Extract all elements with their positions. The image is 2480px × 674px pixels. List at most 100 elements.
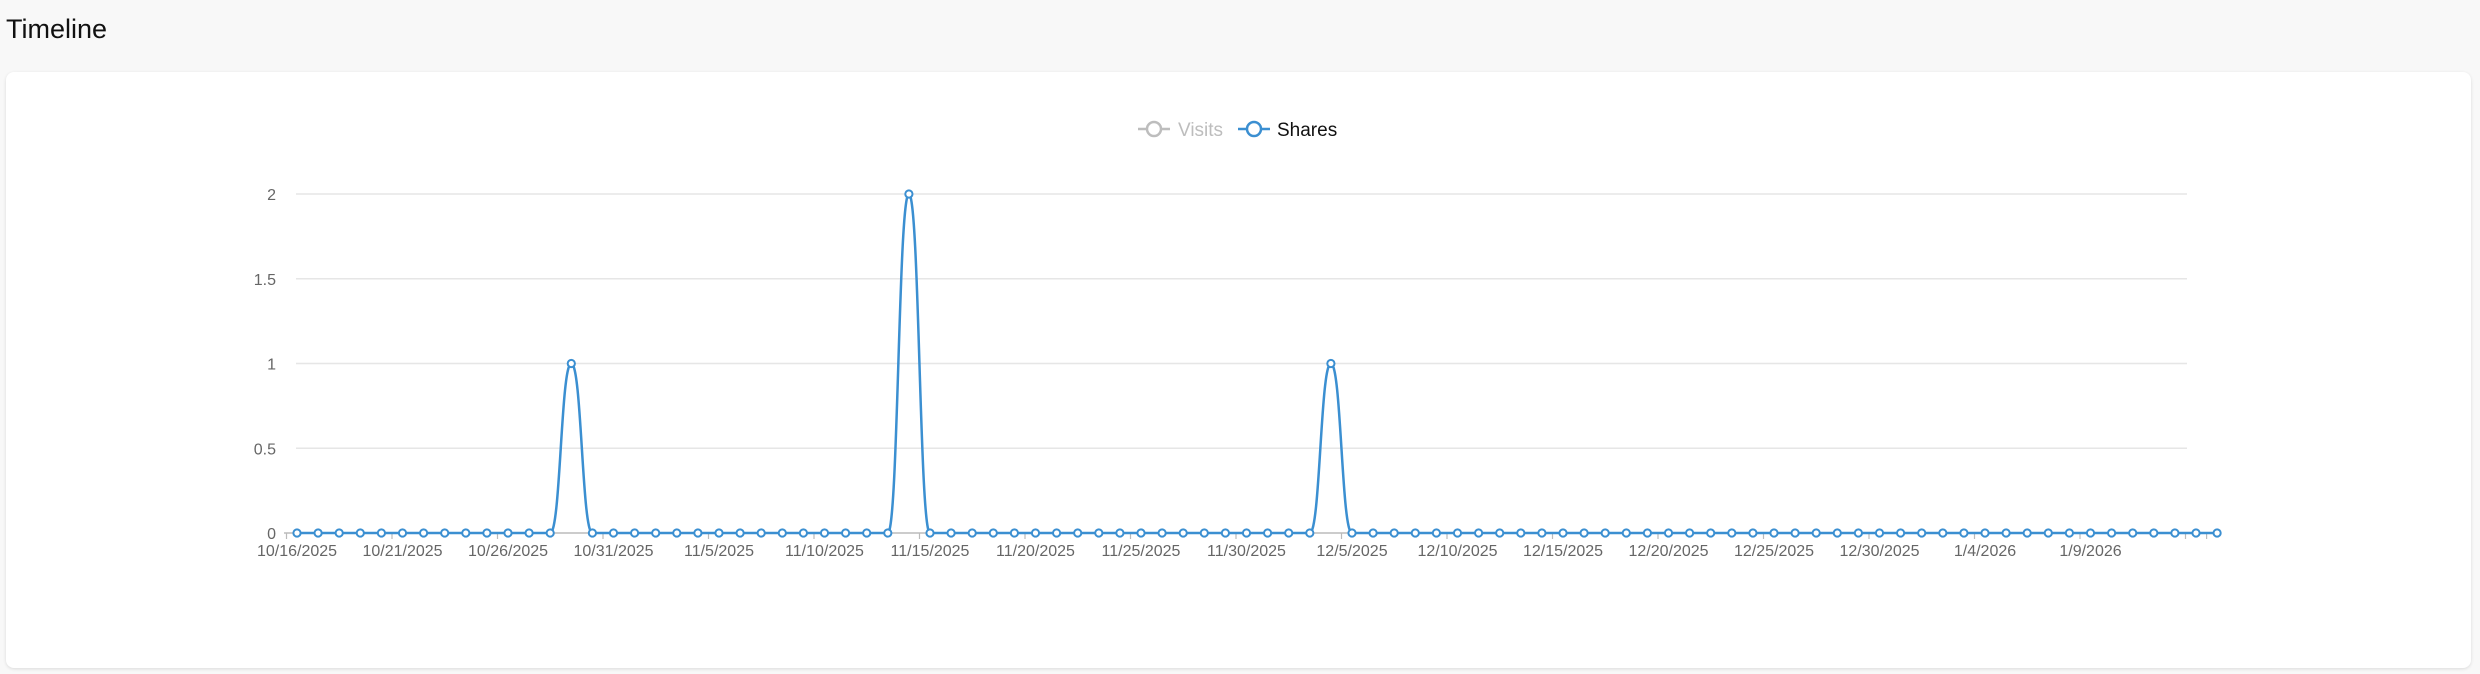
data-point[interactable] bbox=[1009, 528, 1020, 538]
y-axis: 0 0.5 1 1.5 2 bbox=[254, 187, 276, 543]
data-point[interactable] bbox=[1094, 528, 1104, 538]
data-point[interactable] bbox=[1178, 528, 1188, 538]
data-point[interactable] bbox=[1305, 528, 1315, 538]
data-point[interactable] bbox=[1727, 528, 1737, 538]
data-point[interactable] bbox=[355, 528, 365, 538]
data-point[interactable] bbox=[1495, 528, 1505, 538]
data-point[interactable] bbox=[503, 528, 513, 538]
data-point[interactable] bbox=[1685, 528, 1695, 538]
data-point[interactable] bbox=[714, 528, 724, 538]
data-point[interactable] bbox=[1811, 528, 1821, 538]
data-point[interactable] bbox=[397, 528, 408, 538]
data-point[interactable] bbox=[1663, 528, 1674, 538]
data-point[interactable] bbox=[1115, 528, 1125, 538]
data-point[interactable] bbox=[2191, 528, 2201, 538]
data-point[interactable] bbox=[819, 528, 830, 538]
data-point[interactable] bbox=[2149, 528, 2159, 538]
data-point[interactable] bbox=[1073, 528, 1083, 538]
data-point[interactable] bbox=[1030, 528, 1041, 538]
data-point[interactable] bbox=[630, 528, 640, 538]
data-point[interactable] bbox=[946, 528, 956, 538]
data-point[interactable] bbox=[2064, 528, 2074, 538]
data-point[interactable] bbox=[1157, 528, 1167, 538]
x-tick-label: 11/15/2025 bbox=[891, 543, 970, 560]
data-point[interactable] bbox=[292, 528, 302, 538]
data-point[interactable] bbox=[1326, 358, 1336, 369]
x-tick-label: 10/16/2025 bbox=[257, 543, 337, 560]
data-point[interactable] bbox=[608, 528, 619, 538]
data-point[interactable] bbox=[1874, 528, 1885, 538]
legend-item-shares[interactable]: Shares bbox=[1238, 120, 1337, 141]
data-point[interactable] bbox=[651, 528, 661, 538]
legend: Visits Shares bbox=[1138, 120, 1337, 141]
data-point[interactable] bbox=[1748, 528, 1758, 538]
data-point[interactable] bbox=[904, 189, 914, 199]
data-point[interactable] bbox=[883, 528, 893, 538]
data-point[interactable] bbox=[1980, 528, 1990, 538]
data-point[interactable] bbox=[1959, 528, 1969, 538]
data-point[interactable] bbox=[1938, 528, 1948, 538]
data-point[interactable] bbox=[1452, 528, 1463, 538]
data-point[interactable] bbox=[1896, 528, 1906, 538]
data-point[interactable] bbox=[566, 358, 576, 369]
data-point[interactable] bbox=[2170, 528, 2180, 538]
data-point[interactable] bbox=[440, 528, 450, 538]
data-point[interactable] bbox=[1769, 528, 1779, 538]
data-point[interactable] bbox=[2128, 528, 2138, 538]
data-point[interactable] bbox=[1516, 528, 1526, 538]
data-point[interactable] bbox=[1220, 528, 1231, 538]
data-point[interactable] bbox=[2085, 528, 2096, 538]
data-point[interactable] bbox=[925, 528, 935, 538]
data-point[interactable] bbox=[1853, 528, 1864, 538]
data-point[interactable] bbox=[2212, 528, 2222, 538]
data-point[interactable] bbox=[482, 528, 492, 538]
data-point[interactable] bbox=[1579, 528, 1589, 538]
data-point[interactable] bbox=[2022, 528, 2032, 538]
data-point[interactable] bbox=[545, 528, 555, 538]
data-point[interactable] bbox=[1241, 528, 1252, 538]
data-point[interactable] bbox=[461, 528, 471, 538]
data-point[interactable] bbox=[1368, 528, 1378, 538]
data-point[interactable] bbox=[798, 528, 809, 538]
data-point[interactable] bbox=[1917, 528, 1927, 538]
data-point[interactable] bbox=[2107, 528, 2117, 538]
data-point[interactable] bbox=[1389, 528, 1399, 538]
data-point[interactable] bbox=[1558, 528, 1568, 538]
data-point[interactable] bbox=[1474, 528, 1484, 538]
data-point[interactable] bbox=[1621, 528, 1631, 538]
data-point[interactable] bbox=[1199, 528, 1209, 538]
legend-label-visits: Visits bbox=[1178, 120, 1223, 141]
data-point[interactable] bbox=[1600, 528, 1610, 538]
data-point[interactable] bbox=[2043, 528, 2053, 538]
legend-marker-visits bbox=[1145, 120, 1163, 138]
data-point[interactable] bbox=[735, 528, 745, 538]
data-point[interactable] bbox=[1642, 528, 1653, 538]
data-point[interactable] bbox=[1431, 528, 1442, 538]
data-point[interactable] bbox=[967, 528, 977, 538]
data-point[interactable] bbox=[777, 528, 787, 538]
data-point[interactable] bbox=[1832, 528, 1842, 538]
data-point[interactable] bbox=[1284, 528, 1294, 538]
data-point[interactable] bbox=[587, 528, 598, 538]
data-point[interactable] bbox=[2001, 528, 2011, 538]
data-point[interactable] bbox=[1410, 528, 1420, 538]
data-point[interactable] bbox=[313, 528, 323, 538]
data-point[interactable] bbox=[756, 528, 766, 538]
data-point[interactable] bbox=[1706, 528, 1716, 538]
data-point[interactable] bbox=[334, 528, 344, 538]
data-point[interactable] bbox=[841, 528, 851, 538]
legend-item-visits[interactable]: Visits bbox=[1138, 120, 1223, 141]
data-point[interactable] bbox=[419, 528, 429, 538]
data-point[interactable] bbox=[1263, 528, 1273, 538]
data-point[interactable] bbox=[524, 528, 534, 538]
data-point[interactable] bbox=[1537, 528, 1547, 538]
data-point[interactable] bbox=[1790, 528, 1800, 538]
data-point[interactable] bbox=[988, 528, 998, 538]
data-point[interactable] bbox=[1347, 528, 1357, 538]
data-point[interactable] bbox=[693, 528, 703, 538]
data-point[interactable] bbox=[376, 528, 386, 538]
data-point[interactable] bbox=[1052, 528, 1062, 538]
data-point[interactable] bbox=[672, 528, 682, 538]
data-point[interactable] bbox=[1136, 528, 1146, 538]
data-point[interactable] bbox=[862, 528, 872, 538]
